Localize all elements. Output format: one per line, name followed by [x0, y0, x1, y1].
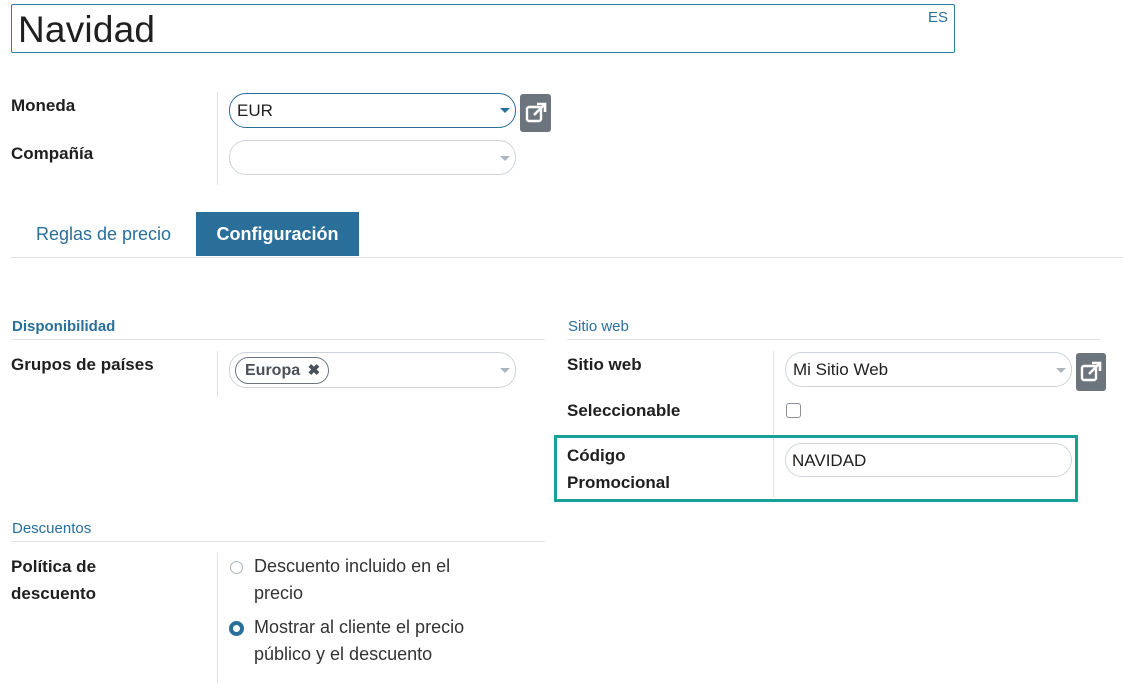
promo-code-label-line2: Promocional	[567, 473, 670, 492]
website-label: Sitio web	[567, 355, 642, 374]
availability-section-title: Disponibilidad	[12, 318, 116, 335]
discount-option-show-label-line1[interactable]: Mostrar al cliente el precio	[254, 614, 464, 641]
company-select[interactable]	[229, 140, 516, 175]
discount-option-included-label-line2[interactable]: precio	[254, 580, 303, 607]
country-groups-label: Grupos de países	[11, 355, 154, 374]
country-group-tag: Europa ✖	[235, 357, 330, 384]
website-select[interactable]: Mi Sitio Web	[785, 352, 1072, 387]
tab-pricing-rules[interactable]: Reglas de precio	[11, 212, 196, 256]
discount-policy-label-line2: descuento	[11, 584, 97, 603]
close-icon[interactable]: ✖	[308, 362, 321, 379]
language-badge[interactable]: ES	[928, 9, 948, 26]
caret-down-icon	[1056, 368, 1066, 373]
discount-option-included-label-line1[interactable]: Descuento incluido en el	[254, 553, 450, 580]
caret-down-icon	[500, 368, 510, 373]
field-divider	[217, 92, 218, 185]
tab-configuration-label: Configuración	[216, 223, 339, 244]
promo-code-input[interactable]: NAVIDAD	[785, 443, 1072, 477]
caret-down-icon	[500, 108, 510, 113]
currency-select[interactable]: EUR	[229, 93, 516, 128]
promo-code-label-line1: Código	[567, 446, 626, 465]
website-value: Mi Sitio Web	[793, 360, 889, 379]
discounts-divider	[11, 541, 545, 542]
discount-option-show-label-line2[interactable]: público y el descuento	[254, 641, 432, 668]
caret-down-icon	[500, 156, 510, 161]
website-divider	[567, 339, 1100, 340]
discounts-section-title: Descuentos	[12, 520, 92, 537]
promo-code-value: NAVIDAD	[792, 451, 867, 470]
field-divider	[217, 553, 218, 683]
discount-option-show-radio[interactable]	[229, 621, 244, 636]
discount-policy-label-line1: Política de	[11, 557, 97, 576]
field-divider	[217, 351, 218, 397]
currency-label: Moneda	[11, 96, 76, 115]
pricelist-name-field[interactable]: Navidad ES	[11, 4, 955, 53]
country-group-tag-label: Europa	[245, 362, 301, 379]
company-label: Compañía	[11, 144, 94, 163]
website-external-link-button[interactable]	[1076, 353, 1106, 391]
selectable-checkbox[interactable]	[786, 403, 801, 418]
currency-value: EUR	[237, 101, 273, 120]
country-groups-select[interactable]: Europa ✖	[229, 352, 516, 388]
selectable-label: Seleccionable	[567, 401, 681, 420]
tabs-divider	[11, 257, 1123, 258]
pricelist-name-value: Navidad	[18, 9, 156, 50]
external-link-icon	[1080, 361, 1102, 382]
tab-pricing-rules-label: Reglas de precio	[35, 223, 172, 244]
website-section-title: Sitio web	[568, 318, 629, 335]
tab-configuration[interactable]: Configuración	[196, 212, 359, 256]
currency-external-link-button[interactable]	[520, 94, 551, 132]
discount-option-included-radio[interactable]	[230, 561, 243, 574]
availability-divider	[11, 339, 545, 340]
external-link-icon	[525, 102, 546, 123]
